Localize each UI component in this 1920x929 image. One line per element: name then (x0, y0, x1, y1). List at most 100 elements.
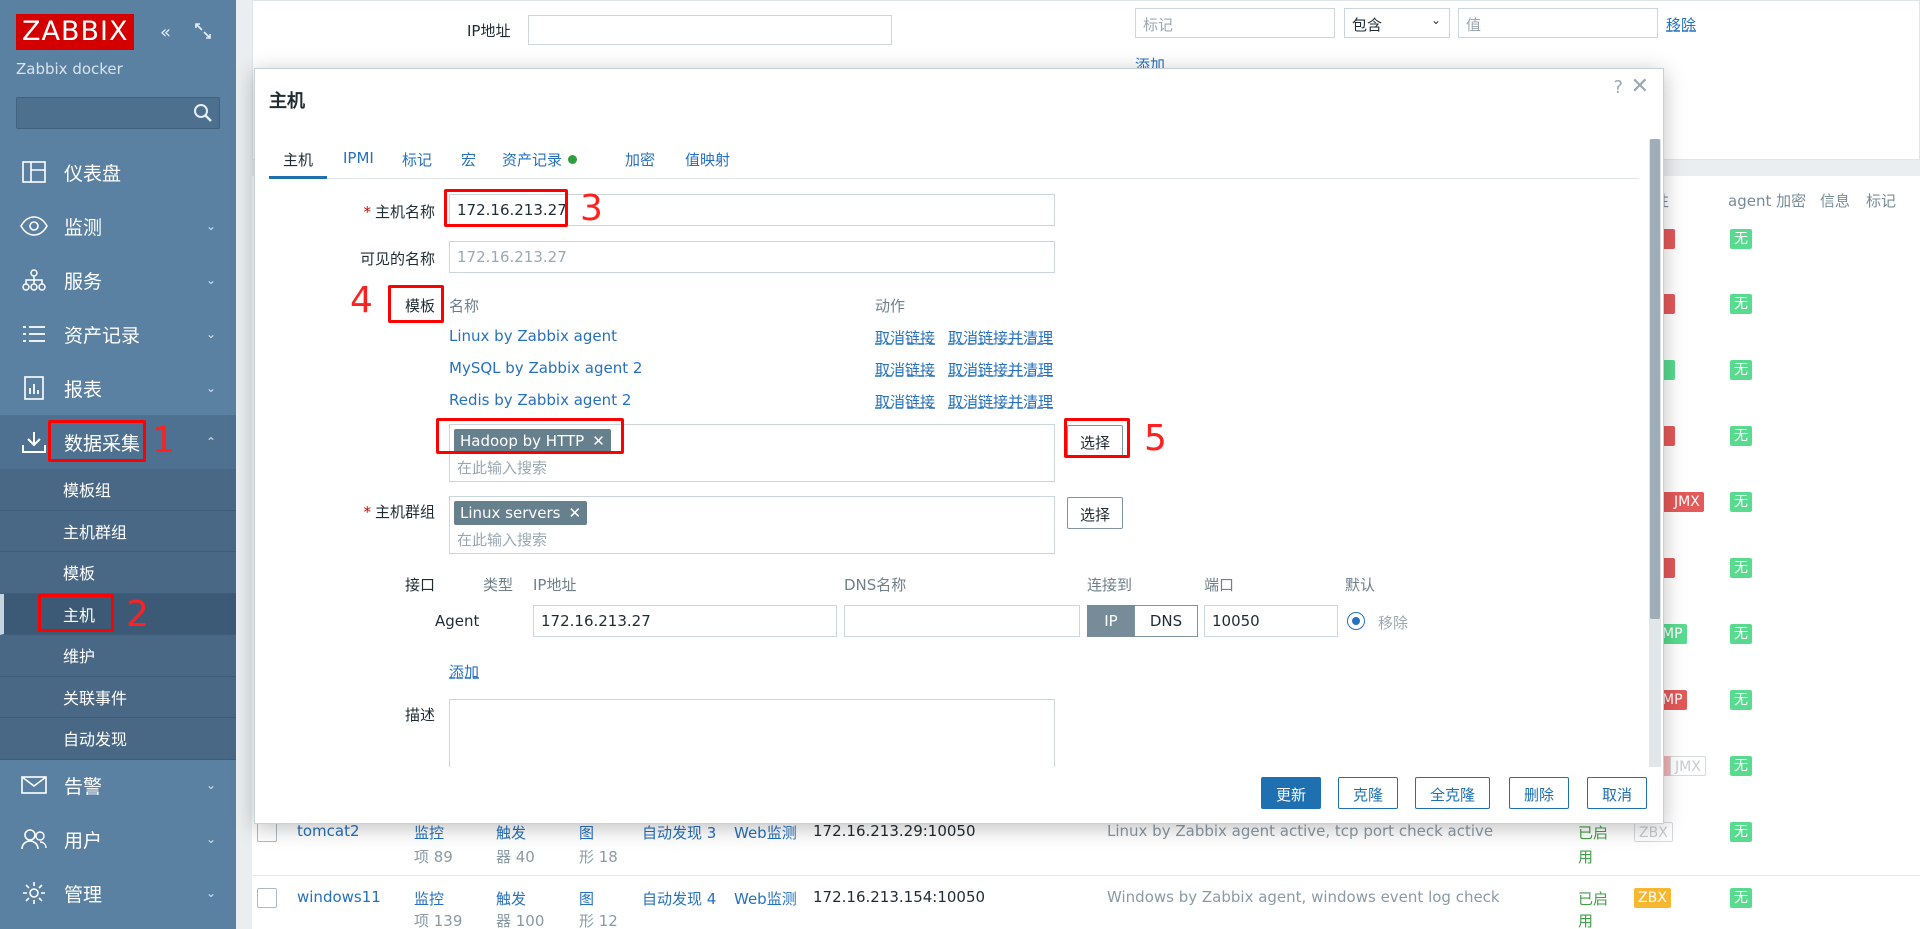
graphs-link[interactable]: 图 (579, 822, 594, 843)
menu-label: 仪表盘 (64, 162, 122, 185)
submenu-item-host-groups[interactable]: 主机群组 (0, 511, 236, 552)
unlink-button[interactable]: 取消链接 (875, 359, 935, 380)
tab-ipmi[interactable]: IPMI (343, 149, 374, 179)
tab-tags[interactable]: 标记 (402, 149, 432, 179)
sidebar: ZABBIX « Zabbix docker 仪表盘 监测 ⌄ 服务 ⌄ 资产记… (0, 0, 236, 929)
filter-operator-select[interactable]: 包含 ⌄ (1344, 8, 1450, 38)
tab-encryption[interactable]: 加密 (625, 149, 655, 179)
cancel-button[interactable]: 取消 (1587, 777, 1648, 809)
unlink-button[interactable]: 取消链接 (875, 327, 935, 348)
unlink-clear-button[interactable]: 取消链接并清理 (948, 391, 1053, 412)
hostgroups-multiselect[interactable]: Linux servers ✕ 在此输入搜索 (449, 496, 1055, 554)
graphs-link[interactable]: 图 (579, 888, 594, 909)
tab-macros[interactable]: 宏 (461, 149, 476, 179)
status-enabled-link[interactable]: 已启 (1578, 888, 1608, 909)
select-hostgroups-button[interactable]: 选择 (1067, 497, 1124, 529)
visible-name-input[interactable]: 172.16.213.27 (449, 241, 1055, 273)
tab-value-mapping[interactable]: 值映射 (685, 149, 730, 179)
items-link[interactable]: 监控 (414, 822, 444, 843)
menu-item-monitoring[interactable]: 监测 ⌄ (0, 199, 236, 253)
delete-button[interactable]: 删除 (1509, 777, 1570, 809)
chevron-down-icon: ⌄ (205, 778, 216, 792)
scrollbar-thumb[interactable] (1650, 139, 1660, 619)
full-clone-button[interactable]: 全克隆 (1415, 777, 1491, 809)
unlink-clear-button[interactable]: 取消链接并清理 (948, 327, 1053, 348)
menu-item-reports[interactable]: 报表 ⌄ (0, 361, 236, 415)
default-interface-radio[interactable] (1347, 612, 1365, 630)
connect-ip-toggle[interactable]: IP (1087, 605, 1135, 637)
tab-inventory-label: 资产记录 (502, 151, 563, 169)
template-search-input[interactable]: 在此输入搜索 (457, 457, 547, 478)
encryption-none-tag: 无 (1730, 756, 1752, 776)
tab-inventory[interactable]: 资产记录 (502, 149, 578, 179)
web-link[interactable]: Web监测 (734, 822, 797, 843)
annotation-box-1 (48, 420, 146, 462)
host-name-link[interactable]: windows11 (297, 888, 381, 906)
menu-item-inventory[interactable]: 资产记录 ⌄ (0, 307, 236, 361)
close-icon[interactable]: ✕ (1631, 74, 1649, 99)
logo-row: ZABBIX (16, 14, 135, 50)
linked-templates[interactable]: Windows by Zabbix agent, windows event l… (1107, 888, 1500, 906)
help-icon[interactable]: ? (1613, 77, 1623, 98)
iface-port-input[interactable]: 10050 (1204, 605, 1338, 637)
kiosk-mode-icon[interactable] (194, 22, 212, 45)
menu-item-dashboard[interactable]: 仪表盘 (0, 145, 236, 199)
dialog-scrollbar[interactable] (1649, 139, 1661, 767)
add-interface-link[interactable]: 添加 (449, 661, 479, 682)
filter-value-input[interactable]: 值 (1458, 8, 1658, 38)
menu-item-administration[interactable]: 管理 ⌄ (0, 866, 236, 920)
chevron-down-icon: ⌄ (205, 381, 216, 395)
template-link[interactable]: Redis by Zabbix agent 2 (449, 391, 631, 409)
host-name-link[interactable]: tomcat2 (297, 822, 360, 840)
search-icon[interactable] (193, 103, 213, 123)
submenu-item-correlation[interactable]: 关联事件 (0, 677, 236, 718)
row-checkbox[interactable] (257, 822, 277, 842)
menu-item-alerts[interactable]: 告警 ⌄ (0, 758, 236, 812)
zabbix-logo[interactable]: ZABBIX (16, 14, 135, 50)
items-link[interactable]: 监控 (414, 888, 444, 909)
discovery-link[interactable]: 自动发现 4 (642, 888, 716, 909)
submenu-item-hosts[interactable]: 主机 (0, 593, 236, 635)
eye-icon (20, 212, 48, 240)
web-link[interactable]: Web监测 (734, 888, 797, 909)
filter-remove-link[interactable]: 移除 (1666, 14, 1696, 35)
submenu-item-templates[interactable]: 模板 (0, 552, 236, 594)
graphs-count: 形 12 (579, 912, 618, 929)
mail-icon (20, 771, 48, 799)
tab-host[interactable]: 主机 (269, 149, 328, 179)
remove-chip-icon[interactable]: ✕ (568, 504, 581, 522)
update-button[interactable]: 更新 (1261, 777, 1322, 809)
submenu-item-template-groups[interactable]: 模板组 (0, 469, 236, 511)
template-link[interactable]: MySQL by Zabbix agent 2 (449, 359, 642, 377)
hostgroup-search-input[interactable]: 在此输入搜索 (457, 529, 547, 550)
filter-tag-input[interactable]: 标记 (1135, 8, 1335, 38)
menu-item-services[interactable]: 服务 ⌄ (0, 253, 236, 307)
iface-dns-input[interactable] (844, 605, 1080, 637)
iface-remove-button[interactable]: 移除 (1378, 612, 1408, 633)
clone-button[interactable]: 克隆 (1338, 777, 1399, 809)
annotation-number-4: 4 (350, 280, 373, 321)
status-enabled-link-2[interactable]: 用 (1578, 910, 1593, 929)
submenu-item-maintenance[interactable]: 维护 (0, 635, 236, 677)
status-enabled-link[interactable]: 已启 (1578, 822, 1608, 843)
menu-item-users[interactable]: 用户 ⌄ (0, 812, 236, 866)
discovery-link[interactable]: 自动发现 3 (642, 822, 716, 843)
filter-ip-input[interactable] (528, 15, 892, 45)
submenu-item-discovery[interactable]: 自动发现 (0, 718, 236, 760)
annotation-box-3 (444, 189, 568, 227)
triggers-link[interactable]: 触发 (496, 888, 526, 909)
encryption-none-tag: 无 (1730, 492, 1752, 512)
template-link[interactable]: Linux by Zabbix agent (449, 327, 617, 345)
row-checkbox[interactable] (257, 888, 277, 908)
connect-dns-toggle[interactable]: DNS (1134, 605, 1198, 637)
items-count: 项 139 (414, 912, 463, 929)
sidebar-search-input[interactable] (16, 97, 220, 129)
iface-ip-input[interactable]: 172.16.213.27 (533, 605, 837, 637)
unlink-clear-button[interactable]: 取消链接并清理 (948, 359, 1053, 380)
linked-templates[interactable]: Linux by Zabbix agent active, tcp port c… (1107, 822, 1493, 840)
status-enabled-link-2[interactable]: 用 (1578, 846, 1593, 867)
collapse-sidebar-icon[interactable]: « (160, 22, 171, 43)
triggers-link[interactable]: 触发 (496, 822, 526, 843)
description-textarea[interactable] (449, 699, 1055, 767)
unlink-button[interactable]: 取消链接 (875, 391, 935, 412)
